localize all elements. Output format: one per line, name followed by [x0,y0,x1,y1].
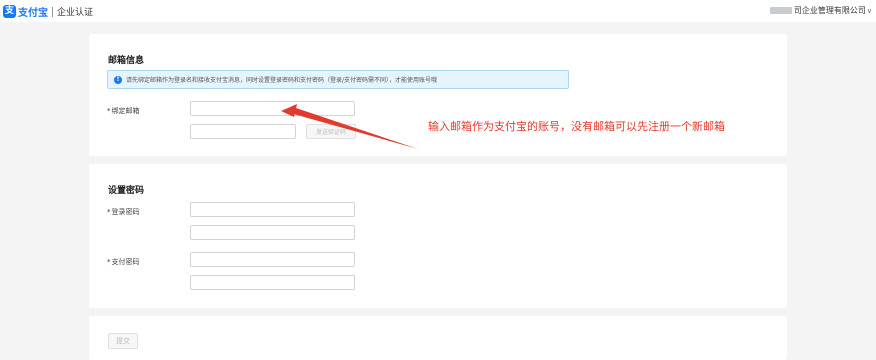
login-password-input[interactable] [190,202,355,217]
required-mark: * [107,258,111,266]
alipay-logo[interactable]: 支 支付宝 企业认证 [3,4,93,19]
annotation-text: 输入邮箱作为支付宝的账号，没有邮箱可以先注册一个新邮箱 [428,120,725,133]
pay-password-label-text: 支付密码 [111,258,140,266]
chevron-down-icon: ∨ [866,6,872,15]
info-icon: ! [114,75,122,84]
notice-text: 请先绑定邮箱作为登录名和接收支付宝消息，同时设置登录密码和支付密码（登录/支付密… [126,77,438,84]
logo-text: 支付宝 [18,8,48,19]
email-input[interactable] [190,101,355,116]
pay-password-label: *支付密码 [107,257,140,267]
email-info-card: 邮箱信息 ! 请先绑定邮箱作为登录名和接收支付宝消息，同时设置登录密码和支付密码… [89,34,787,156]
email-label-text: 绑定邮箱 [111,107,140,115]
required-mark: * [107,208,111,216]
section-title-password: 设置密码 [108,186,145,196]
notice-banner: ! 请先绑定邮箱作为登录名和接收支付宝消息，同时设置登录密码和支付密码（登录/支… [107,70,569,89]
verification-code-input[interactable] [190,124,296,139]
send-code-button[interactable]: 发送验证码 [306,124,356,139]
login-password-label-text: 登录密码 [111,208,140,216]
login-password-confirm-input[interactable] [190,225,355,240]
page-subtitle: 企业认证 [57,8,94,18]
pay-password-input[interactable] [190,252,355,267]
pay-password-confirm-input[interactable] [190,275,355,290]
redacted-company-prefix [769,7,792,14]
submit-card: 提交 [89,316,787,360]
login-password-label: *登录密码 [107,207,140,217]
top-bar: 支 支付宝 企业认证 司企业管理有限公司 ∨ [0,0,876,22]
email-label: *绑定邮箱 [107,106,140,116]
submit-button[interactable]: 提交 [108,333,138,349]
divider [52,6,53,17]
section-title-email: 邮箱信息 [108,56,145,66]
alipay-logo-icon: 支 [3,5,16,18]
password-card: 设置密码 *登录密码 *支付密码 [89,164,787,308]
company-name: 司企业管理有限公司 [793,6,866,15]
required-mark: * [107,107,111,115]
company-menu[interactable]: 司企业管理有限公司 ∨ [769,5,872,16]
